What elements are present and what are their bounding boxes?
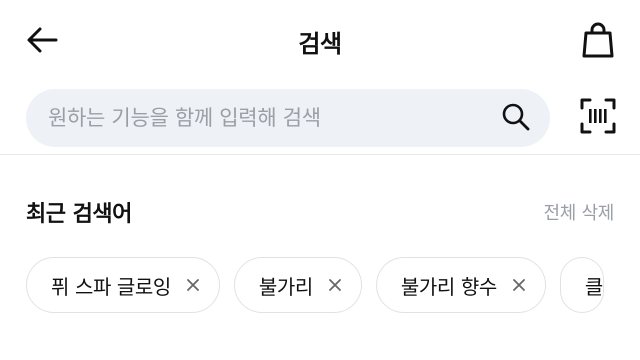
close-icon[interactable] [327,277,343,293]
page-title: 검색 [298,30,342,58]
shopping-bag-icon [582,22,614,58]
search-bar[interactable] [26,89,550,147]
recent-search-chips: 퓌 스파 글로잉 불가리 불가리 향수 클 [26,257,604,313]
close-icon[interactable] [185,277,201,293]
barcode-scan-button[interactable] [578,96,618,136]
chip-label: 불가리 향수 [400,274,497,299]
search-input[interactable] [48,89,478,147]
recent-searches-title: 최근 검색어 [26,202,132,227]
recent-search-chip[interactable]: 불가리 향수 [375,257,546,313]
search-icon [502,103,530,131]
search-screen: 검색 최근 검색어 전체 삭제 퓌 스파 글로잉 [0,0,640,360]
recent-search-chip[interactable]: 불가리 [233,257,362,313]
close-icon[interactable] [511,277,527,293]
chip-label: 불가리 [258,274,313,299]
header: 검색 [0,0,640,80]
recent-search-chip[interactable]: 퓌 스파 글로잉 [26,257,220,313]
divider [0,154,640,155]
chip-label: 클 [584,274,603,299]
chip-label: 퓌 스파 글로잉 [51,274,171,299]
search-button[interactable] [500,101,532,133]
barcode-scan-icon [580,98,616,134]
recent-search-chip[interactable]: 클 [559,257,604,313]
shopping-bag-button[interactable] [578,20,618,60]
clear-all-button[interactable]: 전체 삭제 [544,199,615,225]
